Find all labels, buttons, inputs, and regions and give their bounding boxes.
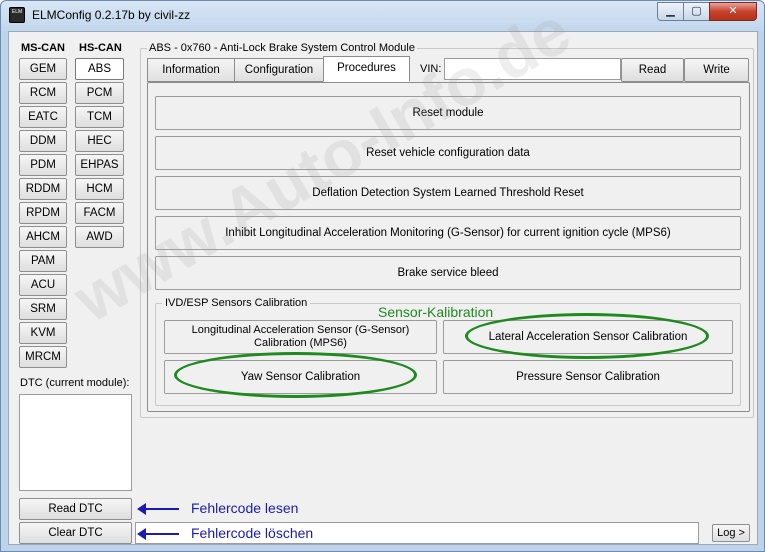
- hs-can-header: HS-CAN: [79, 42, 122, 54]
- yaw-highlight-ellipse: [174, 352, 417, 398]
- module-button-abs[interactable]: ABS: [75, 58, 124, 80]
- minimize-button[interactable]: ▁: [657, 2, 684, 21]
- close-button[interactable]: ✕: [709, 2, 757, 21]
- module-button-gem[interactable]: GEM: [19, 58, 67, 80]
- app-window: ELM ELMConfig 0.2.17b by civil-zz ▁ ▢ ✕ …: [0, 0, 765, 552]
- title-bar[interactable]: ELM ELMConfig 0.2.17b by civil-zz ▁ ▢ ✕: [1, 1, 764, 31]
- vin-write-button[interactable]: Write: [684, 58, 749, 82]
- deflation-threshold-reset-button[interactable]: Deflation Detection System Learned Thres…: [155, 176, 741, 210]
- dtc-label: DTC (current module):: [20, 377, 130, 389]
- module-button-acu[interactable]: ACU: [19, 274, 67, 296]
- module-button-pdm[interactable]: PDM: [19, 154, 67, 176]
- tab-procedures[interactable]: Procedures: [323, 56, 410, 82]
- module-button-tcm[interactable]: TCM: [75, 106, 124, 128]
- ms-can-header: MS-CAN: [21, 42, 65, 54]
- read-dtc-arrow-icon: [137, 503, 179, 515]
- module-button-kvm[interactable]: KVM: [19, 322, 67, 344]
- reset-module-button[interactable]: Reset module: [155, 96, 741, 130]
- module-button-pcm[interactable]: PCM: [75, 82, 124, 104]
- module-button-rcm[interactable]: RCM: [19, 82, 67, 104]
- clear-dtc-button[interactable]: Clear DTC: [19, 522, 132, 544]
- tab-information[interactable]: Information: [147, 58, 235, 82]
- read-dtc-button[interactable]: Read DTC: [19, 498, 132, 520]
- read-dtc-annotation: Fehlercode lesen: [191, 500, 299, 516]
- module-button-hcm[interactable]: HCM: [75, 178, 124, 200]
- tab-configuration[interactable]: Configuration: [234, 58, 324, 82]
- g-sensor-calibration-button[interactable]: Longitudinal Acceleration Sensor (G-Sens…: [164, 320, 437, 354]
- vin-read-button[interactable]: Read: [621, 58, 684, 82]
- clear-dtc-annotation: Fehlercode löschen: [191, 525, 314, 541]
- client-area: MS-CAN HS-CAN GEM RCM EATC DDM PDM RDDM …: [8, 31, 758, 545]
- vin-input[interactable]: [444, 58, 621, 80]
- brake-service-bleed-button[interactable]: Brake service bleed: [155, 256, 741, 290]
- module-button-srm[interactable]: SRM: [19, 298, 67, 320]
- reset-config-data-button[interactable]: Reset vehicle configuration data: [155, 136, 741, 170]
- log-toggle-button[interactable]: Log >: [712, 524, 750, 542]
- inhibit-g-sensor-button[interactable]: Inhibit Longitudinal Acceleration Monito…: [155, 216, 741, 250]
- window-title: ELMConfig 0.2.17b by civil-zz: [32, 8, 191, 22]
- maximize-button[interactable]: ▢: [683, 2, 710, 21]
- pressure-sensor-calibration-button[interactable]: Pressure Sensor Calibration: [443, 360, 733, 394]
- app-icon: ELM: [9, 7, 25, 23]
- clear-dtc-arrow-icon: [137, 528, 179, 540]
- dtc-list[interactable]: [19, 394, 132, 491]
- sensor-calibration-label: IVD/ESP Sensors Calibration: [162, 297, 311, 309]
- module-button-ahcm[interactable]: AHCM: [19, 226, 67, 248]
- module-button-rddm[interactable]: RDDM: [19, 178, 67, 200]
- module-button-awd[interactable]: AWD: [75, 226, 124, 248]
- module-button-rpdm[interactable]: RPDM: [19, 202, 67, 224]
- lateral-highlight-ellipse: [465, 313, 709, 359]
- module-button-mrcm[interactable]: MRCM: [19, 346, 67, 368]
- module-button-hec[interactable]: HEC: [75, 130, 124, 152]
- module-button-facm[interactable]: FACM: [75, 202, 124, 224]
- module-button-ddm[interactable]: DDM: [19, 130, 67, 152]
- module-button-pam[interactable]: PAM: [19, 250, 67, 272]
- module-button-eatc[interactable]: EATC: [19, 106, 67, 128]
- module-button-ehpas[interactable]: EHPAS: [75, 154, 124, 176]
- module-panel-title: ABS - 0x760 - Anti-Lock Brake System Con…: [147, 42, 417, 54]
- vin-label: VIN:: [420, 63, 442, 75]
- sensor-kalibration-annotation: Sensor-Kalibration: [378, 304, 494, 320]
